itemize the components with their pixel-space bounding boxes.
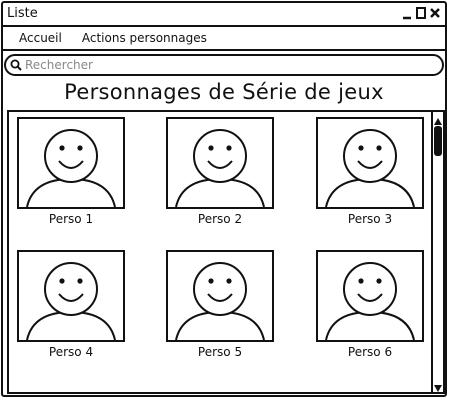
character-name: Perso 4: [48, 345, 94, 359]
search-box: [4, 54, 444, 76]
avatar-icon: [316, 117, 424, 209]
character-card[interactable]: Perso 3: [316, 117, 424, 226]
character-name: Perso 1: [48, 212, 94, 226]
menu-item-accueil[interactable]: Accueil: [19, 31, 62, 45]
avatar-icon: [166, 250, 274, 342]
character-name: Perso 5: [197, 345, 243, 359]
scroll-thumb[interactable]: [434, 126, 442, 156]
character-name: Perso 3: [347, 212, 393, 226]
window-title: Liste: [7, 6, 38, 21]
scroll-up-icon[interactable]: [433, 113, 443, 125]
menu-bar: Accueil Actions personnages: [3, 27, 445, 51]
vertical-scrollbar[interactable]: [431, 112, 443, 392]
avatar-icon: [166, 117, 274, 209]
character-card[interactable]: Perso 1: [17, 117, 125, 226]
avatar-icon: [316, 250, 424, 342]
window-controls: [401, 6, 441, 20]
avatar-icon: [17, 250, 125, 342]
avatar-icon: [17, 117, 125, 209]
character-card[interactable]: Perso 6: [316, 250, 424, 359]
character-grid: Perso 1 Perso 2 Perso 3 Perso 4 Perso 5 Perso…: [9, 112, 429, 392]
scroll-down-icon[interactable]: [433, 379, 443, 392]
menu-item-actions-personnages[interactable]: Actions personnages: [82, 31, 207, 45]
app-window: Liste Accueil Actions personnages Person…: [1, 1, 447, 397]
character-name: Perso 6: [347, 345, 393, 359]
character-list: Perso 1 Perso 2 Perso 3 Perso 4 Perso 5 Perso…: [7, 110, 445, 394]
character-card[interactable]: Perso 4: [17, 250, 125, 359]
close-icon[interactable]: [429, 6, 441, 20]
search-input[interactable]: [25, 58, 425, 72]
character-card[interactable]: Perso 5: [166, 250, 274, 359]
title-bar: Liste: [3, 3, 445, 27]
page-title: Personnages de Série de jeux: [64, 80, 384, 104]
character-card[interactable]: Perso 2: [166, 117, 274, 226]
character-name: Perso 2: [197, 212, 243, 226]
maximize-icon[interactable]: [415, 6, 427, 20]
minimize-icon[interactable]: [401, 6, 413, 20]
search-icon: [10, 59, 22, 71]
